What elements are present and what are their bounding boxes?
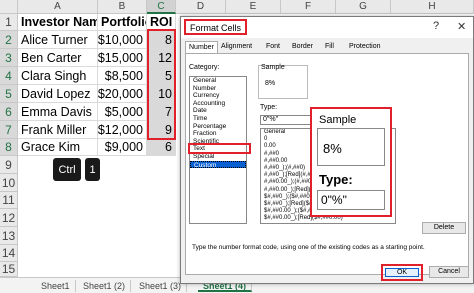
- sheet-tab[interactable]: Sheet1: [36, 280, 76, 292]
- zoom-type-label: Type:: [319, 172, 353, 187]
- tab-font[interactable]: Font: [263, 41, 283, 53]
- column-header-c[interactable]: C: [147, 0, 176, 14]
- dialog-titlebar[interactable]: Format Cells ? ✕: [181, 17, 473, 38]
- sample-value: 8%: [265, 80, 276, 87]
- zoom-sample-label: Sample: [319, 114, 357, 126]
- investor-name-cell[interactable]: David Lopez: [18, 85, 98, 103]
- roi-cell[interactable]: 5: [147, 67, 176, 85]
- row-header[interactable]: 5: [0, 85, 18, 103]
- tab-fill[interactable]: Fill: [322, 41, 337, 53]
- zoom-type-value: 0"%": [321, 193, 347, 207]
- ctrl-key: Ctrl: [53, 158, 81, 181]
- portfolio-cell[interactable]: $20,000: [98, 85, 147, 103]
- row-header[interactable]: 6: [0, 103, 18, 121]
- row-header[interactable]: 7: [0, 121, 18, 139]
- row-header[interactable]: 8: [0, 139, 18, 156]
- row-header[interactable]: 2: [0, 31, 18, 49]
- investor-name-cell[interactable]: Emma Davis: [18, 103, 98, 121]
- portfolio-cell[interactable]: $5,000: [98, 103, 147, 121]
- roi-cell[interactable]: 8: [147, 31, 176, 49]
- header-roi[interactable]: ROI: [147, 14, 176, 31]
- row-header[interactable]: 13: [0, 227, 18, 245]
- tab-number[interactable]: Number: [185, 41, 218, 53]
- header-portfolio[interactable]: Portfolio: [98, 14, 147, 31]
- zoom-sample-value: 8%: [323, 141, 342, 156]
- one-key: 1: [85, 158, 100, 181]
- investor-name-cell[interactable]: Frank Miller: [18, 121, 98, 139]
- column-header-e[interactable]: E: [226, 0, 281, 14]
- sample-box: Sample 8%: [258, 64, 308, 99]
- roi-cell[interactable]: 12: [147, 49, 176, 67]
- row-header[interactable]: 11: [0, 192, 18, 209]
- column-header-b[interactable]: B: [98, 0, 147, 14]
- sample-label: Sample: [261, 64, 285, 71]
- hint-text: Type the number format code, using one o…: [192, 244, 425, 251]
- row-header[interactable]: 4: [0, 67, 18, 85]
- row-header[interactable]: 14: [0, 245, 18, 262]
- investor-name-cell[interactable]: Alice Turner: [18, 31, 98, 49]
- portfolio-cell[interactable]: $10,000: [98, 31, 147, 49]
- category-label: Category:: [189, 64, 220, 71]
- category-item[interactable]: Date: [190, 107, 246, 115]
- cancel-button[interactable]: Cancel: [429, 266, 469, 278]
- column-header-d[interactable]: D: [176, 0, 226, 14]
- category-item[interactable]: Currency: [190, 92, 246, 100]
- corner-cell[interactable]: [0, 0, 18, 14]
- investor-name-cell[interactable]: Clara Singh: [18, 67, 98, 85]
- roi-cell[interactable]: 10: [147, 85, 176, 103]
- row-header[interactable]: 15: [0, 262, 18, 277]
- sheet-tab[interactable]: Sheet1 (2): [78, 280, 132, 292]
- row-header[interactable]: 3: [0, 49, 18, 67]
- ok-highlight: OK: [381, 264, 423, 281]
- investor-name-cell[interactable]: Grace Kim: [18, 139, 98, 156]
- category-item[interactable]: Number: [190, 85, 246, 93]
- category-item[interactable]: Fraction: [190, 130, 246, 138]
- roi-cell[interactable]: 6: [147, 139, 176, 156]
- roi-cell[interactable]: 7: [147, 103, 176, 121]
- column-header-a[interactable]: A: [18, 0, 98, 14]
- custom-highlight: [188, 143, 251, 154]
- format-cells-dialog: Format Cells ? ✕ Number Alignment Font B…: [180, 16, 474, 284]
- row-header[interactable]: 12: [0, 209, 18, 227]
- category-item[interactable]: Percentage: [190, 123, 246, 131]
- column-header-h[interactable]: H: [391, 0, 474, 14]
- roi-cell[interactable]: 9: [147, 121, 176, 139]
- category-item[interactable]: General: [190, 77, 246, 85]
- row-header[interactable]: 10: [0, 174, 18, 192]
- portfolio-cell[interactable]: $8,500: [98, 67, 147, 85]
- category-item[interactable]: Special: [190, 153, 246, 161]
- row-header[interactable]: 1: [0, 14, 18, 31]
- category-item[interactable]: Accounting: [190, 100, 246, 108]
- portfolio-cell[interactable]: $15,000: [98, 49, 147, 67]
- tab-protection[interactable]: Protection: [346, 41, 384, 53]
- category-item[interactable]: Time: [190, 115, 246, 123]
- number-tab-panel: Category: General Number Currency Accoun…: [185, 53, 469, 275]
- tab-alignment[interactable]: Alignment: [218, 41, 255, 53]
- type-label: Type:: [260, 104, 278, 111]
- tab-border[interactable]: Border: [289, 41, 316, 53]
- portfolio-cell[interactable]: $12,000: [98, 121, 147, 139]
- help-button[interactable]: ?: [433, 20, 439, 32]
- category-item-custom[interactable]: Custom: [190, 160, 246, 169]
- ok-button[interactable]: OK: [385, 268, 419, 277]
- portfolio-cell[interactable]: $9,000: [98, 139, 147, 156]
- row-header[interactable]: 9: [0, 156, 18, 174]
- delete-button[interactable]: Delete: [422, 222, 466, 234]
- column-header-g[interactable]: G: [336, 0, 391, 14]
- investor-name-cell[interactable]: Ben Carter: [18, 49, 98, 67]
- close-icon[interactable]: ✕: [457, 20, 466, 33]
- column-header-f[interactable]: F: [281, 0, 336, 14]
- header-investor-name[interactable]: Investor Name: [18, 14, 98, 31]
- dialog-title: Format Cells: [184, 19, 248, 35]
- screen: A B C D E F G H 1 2 3 4 5 6 7 8 9 10 11 …: [0, 0, 474, 293]
- zoom-callout: Sample 8% Type: 0"%": [310, 107, 392, 217]
